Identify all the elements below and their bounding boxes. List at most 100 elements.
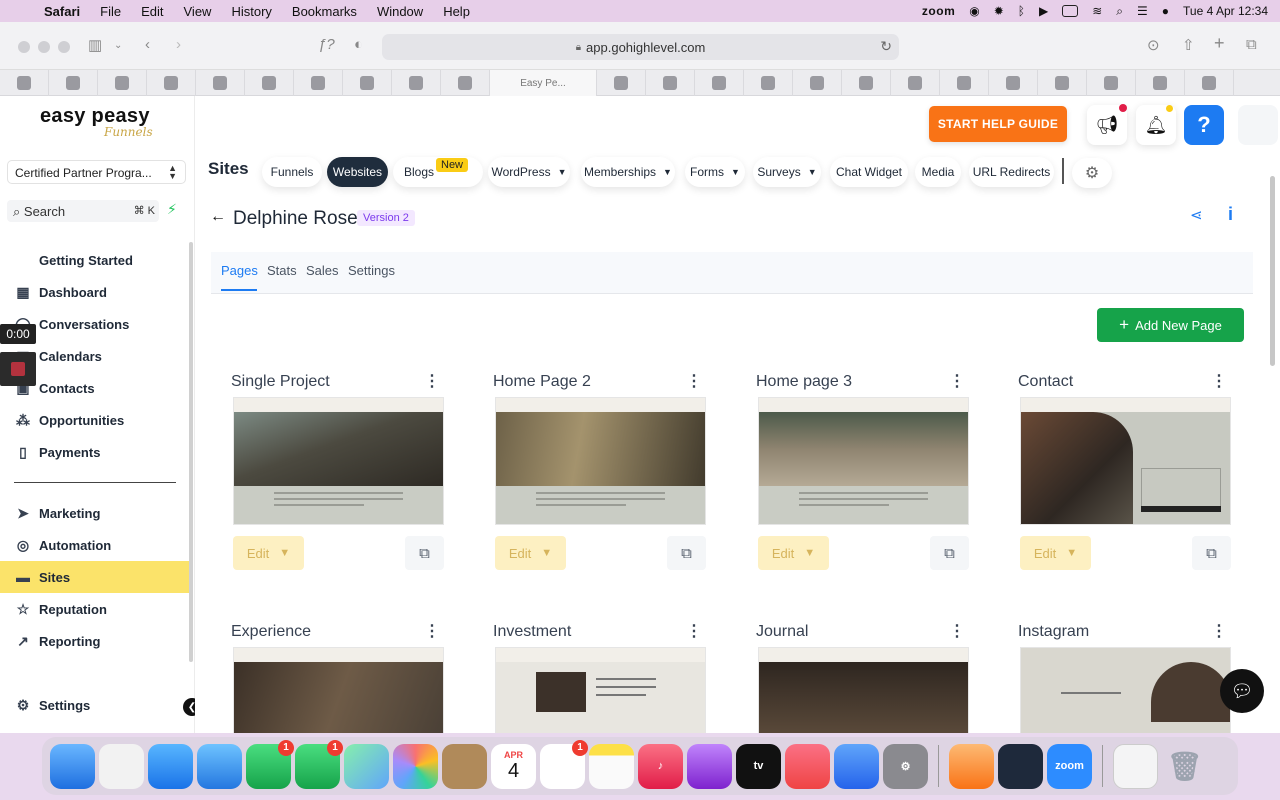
menu-file[interactable]: File xyxy=(100,4,121,19)
pinned-tab[interactable] xyxy=(98,70,147,96)
brightness-icon[interactable]: ✹ xyxy=(994,4,1004,18)
menu-app[interactable]: Safari xyxy=(44,4,80,19)
pinned-tab[interactable] xyxy=(842,70,891,96)
tab-wordpress[interactable]: WordPress ▼ xyxy=(488,157,570,187)
open-page-button[interactable]: ⧉ xyxy=(1192,536,1231,570)
control-center-icon[interactable]: ☰ xyxy=(1137,4,1148,18)
pinned-tab[interactable] xyxy=(989,70,1038,96)
pinned-tab[interactable] xyxy=(597,70,646,96)
music-icon[interactable]: ♪ xyxy=(638,743,683,789)
battery-icon[interactable] xyxy=(1062,5,1079,17)
search-icon[interactable]: ⌕ xyxy=(1116,4,1123,19)
pinned-tab[interactable] xyxy=(147,70,196,96)
pinned-tab[interactable] xyxy=(1136,70,1185,96)
active-tab[interactable]: Easy Pe... xyxy=(490,70,597,96)
info-icon[interactable]: i xyxy=(1228,204,1233,225)
sidebar-item-automation[interactable]: ◎ Automation xyxy=(0,529,190,561)
sidebar-item-opportunities[interactable]: ⁂ Opportunities xyxy=(0,404,190,436)
pinned-tab[interactable] xyxy=(744,70,793,96)
page-thumbnail[interactable] xyxy=(233,397,444,525)
pinned-tab[interactable] xyxy=(245,70,294,96)
pinned-tab[interactable] xyxy=(646,70,695,96)
help-button[interactable]: ? xyxy=(1184,105,1224,145)
tab-websites[interactable]: Websites xyxy=(327,157,388,187)
subtab-sales[interactable]: Sales xyxy=(306,263,339,278)
finder-icon[interactable] xyxy=(50,743,95,789)
edit-button[interactable]: Edit ▼ xyxy=(233,536,304,570)
zoom-status[interactable]: zoom xyxy=(922,4,955,18)
pages-icon[interactable] xyxy=(949,743,994,789)
siri-icon[interactable]: ● xyxy=(1162,4,1169,18)
pinned-tab[interactable] xyxy=(695,70,744,96)
tab-chat-widget[interactable]: Chat Widget xyxy=(830,157,908,187)
forward-icon[interactable]: › xyxy=(176,36,181,53)
display-icon[interactable]: ◉ xyxy=(969,4,979,18)
sites-settings-button[interactable]: ⚙ xyxy=(1072,158,1112,188)
page-thumbnail[interactable] xyxy=(495,647,706,733)
sidebar-search[interactable]: ⌕ Search ⌘ K xyxy=(7,200,159,222)
mail-icon[interactable] xyxy=(197,743,242,789)
new-tab-icon[interactable]: + xyxy=(1214,33,1225,54)
account-switcher[interactable]: Certified Partner Progra... ▲ ▼ xyxy=(7,160,186,184)
tab-media[interactable]: Media xyxy=(915,157,961,187)
minimize-window-button[interactable] xyxy=(38,41,50,53)
more-options-icon[interactable]: ⋮ xyxy=(949,623,965,641)
subtab-settings[interactable]: Settings xyxy=(348,263,395,278)
tab-overview-icon[interactable]: ⧉ xyxy=(1246,36,1257,53)
sidebar-item-settings[interactable]: ⚙ Settings xyxy=(0,689,190,721)
clock[interactable]: Tue 4 Apr 12:34 xyxy=(1183,4,1268,18)
subtab-pages[interactable]: Pages xyxy=(221,263,258,278)
page-thumbnail[interactable] xyxy=(495,397,706,525)
back-arrow-icon[interactable]: ← xyxy=(210,208,226,226)
more-options-icon[interactable]: ⋮ xyxy=(1211,373,1227,391)
pinned-tab[interactable] xyxy=(343,70,392,96)
subtab-stats[interactable]: Stats xyxy=(267,263,297,278)
more-options-icon[interactable]: ⋮ xyxy=(424,623,440,641)
sidebar-item-reputation[interactable]: ☆ Reputation xyxy=(0,593,190,625)
tab-surveys[interactable]: Surveys ▼ xyxy=(753,157,821,187)
pinned-tab[interactable] xyxy=(940,70,989,96)
page-thumbnail[interactable] xyxy=(233,647,444,733)
sidebar-item-payments[interactable]: ▯ Payments xyxy=(0,436,190,468)
profile-button[interactable] xyxy=(1238,105,1278,145)
pinned-tab[interactable] xyxy=(891,70,940,96)
apple-tv-icon[interactable]: tv xyxy=(736,743,781,789)
chevron-down-icon[interactable]: ⌄ xyxy=(114,40,122,51)
maps-icon[interactable] xyxy=(344,743,389,789)
bluetooth-icon[interactable]: ᛒ xyxy=(1018,4,1025,18)
menu-bookmarks[interactable]: Bookmarks xyxy=(292,4,357,19)
more-options-icon[interactable]: ⋮ xyxy=(686,623,702,641)
start-help-guide-button[interactable]: START HELP GUIDE xyxy=(929,106,1067,142)
podcasts-icon[interactable] xyxy=(687,743,732,789)
address-bar[interactable]: 🔒︎ app.gohighlevel.com ↻ xyxy=(382,34,899,60)
share-icon[interactable]: ⇧ xyxy=(1182,36,1195,54)
zoom-window-button[interactable] xyxy=(58,41,70,53)
notes-icon[interactable] xyxy=(589,743,634,789)
wifi-icon[interactable]: ≋ xyxy=(1092,4,1102,18)
chat-widget-button[interactable]: 💬︎ xyxy=(1220,669,1264,713)
back-icon[interactable]: ‹ xyxy=(145,36,150,53)
more-options-icon[interactable]: ⋮ xyxy=(424,373,440,391)
system-settings-icon[interactable]: ⚙ xyxy=(883,743,928,789)
calendar-icon[interactable]: APR 4 xyxy=(491,743,536,789)
menu-help[interactable]: Help xyxy=(443,4,470,19)
facetime-icon[interactable]: 1 xyxy=(246,739,294,789)
more-options-icon[interactable]: ⋮ xyxy=(686,373,702,391)
pinned-tab[interactable] xyxy=(1185,70,1234,96)
tab-url-redirects[interactable]: URL Redirects xyxy=(969,157,1054,187)
stop-recording-button[interactable] xyxy=(0,352,36,386)
main-scrollbar[interactable] xyxy=(1270,176,1275,366)
open-page-button[interactable]: ⧉ xyxy=(667,536,706,570)
share-icon[interactable]: ⋖ xyxy=(1190,206,1203,224)
pinned-tab[interactable] xyxy=(793,70,842,96)
pinned-tab[interactable] xyxy=(1087,70,1136,96)
pinned-tab[interactable] xyxy=(294,70,343,96)
messages-icon[interactable]: 1 xyxy=(295,739,343,789)
tab-forms[interactable]: Forms ▼ xyxy=(685,157,745,187)
edit-button[interactable]: Edit ▼ xyxy=(758,536,829,570)
privacy-icon[interactable]: ◐ xyxy=(354,36,363,53)
reminders-icon[interactable]: 1 xyxy=(540,739,588,789)
play-icon[interactable]: ▶ xyxy=(1039,4,1048,18)
lightning-icon[interactable]: ⚡︎ xyxy=(167,201,177,218)
edit-button[interactable]: Edit ▼ xyxy=(1020,536,1091,570)
